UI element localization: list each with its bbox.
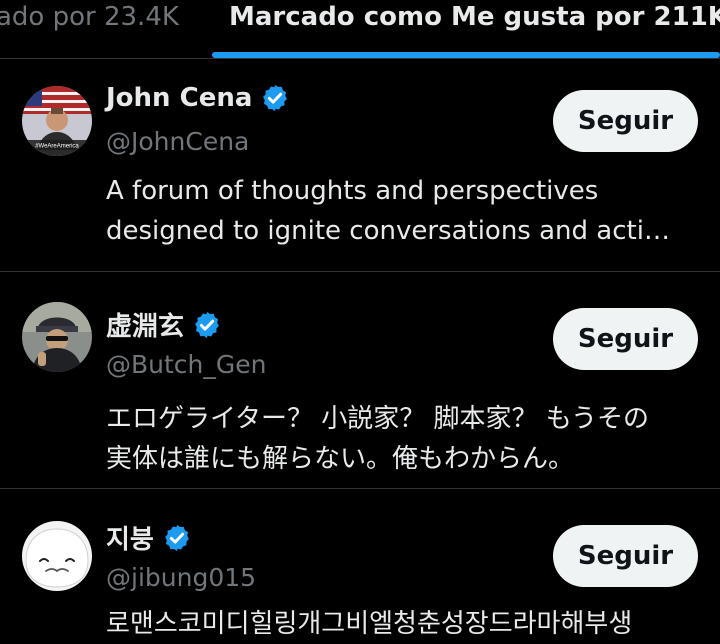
tab-reposted[interactable]: ado por 23.4K <box>0 2 179 32</box>
avatar[interactable] <box>22 302 92 372</box>
user-bio: A forum of thoughts and perspectives des… <box>106 171 700 251</box>
user-cell[interactable]: #WeAreAmerica John Cena @JohnCena A foru… <box>0 59 720 272</box>
user-name[interactable]: 지붕 <box>106 519 154 556</box>
follow-button[interactable]: Seguir <box>553 308 698 370</box>
active-tab-indicator <box>212 52 720 58</box>
likes-tabs: ado por 23.4K Marcado como Me gusta por … <box>0 0 720 59</box>
user-name[interactable]: 虚淵玄 <box>106 306 184 343</box>
user-bio: 로맨스코미디힐링개그비엘청춘성장드라마해부생 <box>106 604 700 644</box>
user-handle[interactable]: @Butch_Gen <box>106 350 267 379</box>
bio-line: A forum of thoughts and perspectives <box>106 176 599 206</box>
tab-liked-by[interactable]: Marcado como Me gusta por 211K <box>229 2 720 32</box>
verified-badge-icon <box>164 524 189 551</box>
user-name[interactable]: John Cena <box>106 83 252 113</box>
user-cell[interactable]: 지붕 @jibung015 로맨스코미디힐링개그비엘청춘성장드라마해부생 Seg… <box>0 489 720 639</box>
bio-line: エロゲライター？ 小説家？ 脚本家？ もうその <box>106 404 649 434</box>
user-handle[interactable]: @jibung015 <box>106 563 256 592</box>
verified-badge-icon <box>195 311 219 338</box>
user-cell[interactable]: 虚淵玄 @Butch_Gen エロゲライター？ 小説家？ 脚本家？ もうその 実… <box>0 272 720 489</box>
bio-line: 実体は誰にも解らない。俺もわからん。 <box>106 444 575 474</box>
avatar[interactable] <box>22 521 92 591</box>
avatar-caption: #WeAreAmerica <box>35 144 79 150</box>
follow-button[interactable]: Seguir <box>553 90 698 152</box>
verified-badge-icon <box>263 84 288 112</box>
bio-line: 로맨스코미디힐링개그비엘청춘성장드라마해부생 <box>106 609 633 639</box>
avatar[interactable]: #WeAreAmerica <box>22 86 92 156</box>
user-bio: エロゲライター？ 小説家？ 脚本家？ もうその 実体は誰にも解らない。俺もわから… <box>106 399 700 479</box>
bio-line: designed to ignite conversations and act… <box>106 216 670 246</box>
user-handle[interactable]: @JohnCena <box>106 127 249 156</box>
follow-button[interactable]: Seguir <box>553 525 698 587</box>
